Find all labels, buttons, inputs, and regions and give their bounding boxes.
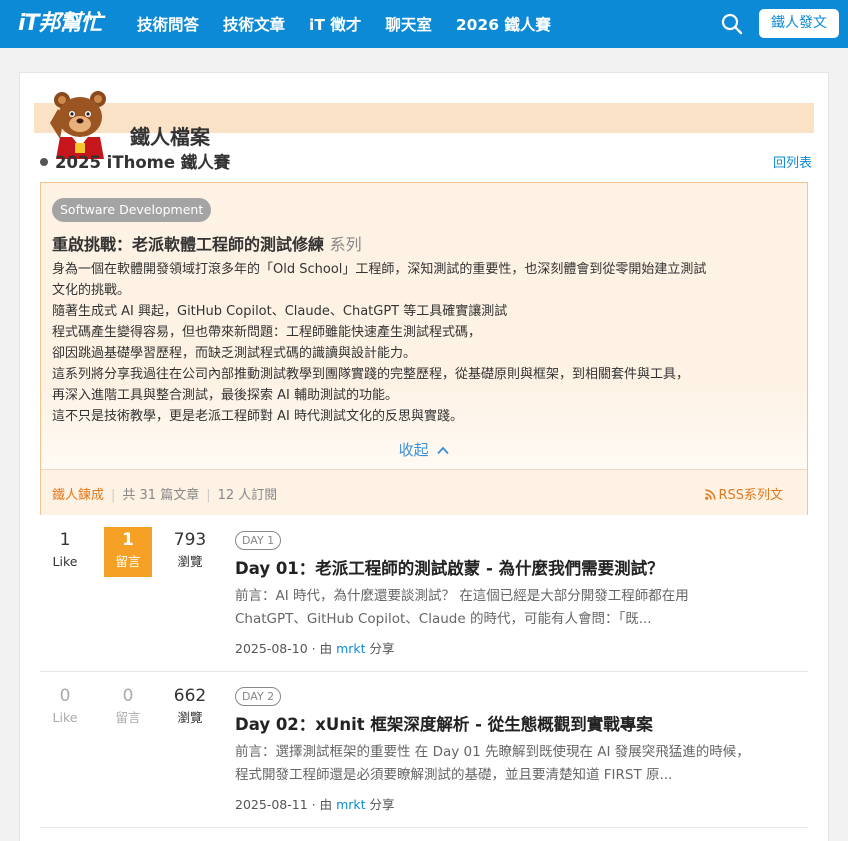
description-line: 卻因跳過基礎學習歷程，而缺乏測試程式碼的識讀與設計能力。 [52,346,417,361]
article-excerpt: 前言：AI 時代，為什麼還要談測試？ 在這個已經是大部分開發工程師都在用 Cha… [235,585,807,631]
comment-count-badge[interactable]: 1 留言 [104,527,152,577]
article-date: 2025-08-10 [235,641,308,656]
by-label: 由 [319,797,333,812]
excerpt-line: 程式開發工程師還是必須要瞭解測試的基礎，並且要清楚知道 FIRST 原... [235,767,673,783]
article-title-link[interactable]: Day 02：xUnit 框架深度解析 - 從生態概觀到實戰專案 [235,711,653,735]
view-count: 793 瀏覽 [173,530,207,569]
nav-link-articles[interactable]: 技術文章 [223,13,285,35]
post-article-button[interactable]: 鐵人發文 [759,9,839,38]
bullet-dot [40,158,48,166]
view-count: 662 瀏覽 [173,686,207,725]
article-row: 1 Like 1 留言 793 瀏覽 DAY 1 Day 01：老派工程師的測試… [40,527,808,672]
rss-link[interactable]: RSS系列文 [705,484,783,503]
nav-link-ironman-2026[interactable]: 2026 鐵人賽 [456,13,551,35]
chevron-up-icon [437,441,450,459]
description-line: 這系列將分享我過往在公司內部推動測試教學到團隊實踐的完整歷程，從基礎原則與框架，… [52,367,690,382]
article-row: 0 Like 0 留言 662 瀏覽 DAY 2 Day 02：xUnit 框架… [40,683,808,828]
rss-icon [705,489,717,500]
article-date: 2025-08-11 [235,797,308,812]
nav-links: 技術問答 技術文章 iT 徵才 聊天室 2026 鐵人賽 [137,0,575,48]
description-line: 再深入進階工具與整合測試，最後探索 AI 輔助測試的功能。 [52,388,398,403]
rss-label: RSS系列文 [718,488,783,503]
separator: | [206,488,211,503]
collapse-label: 收起 [398,441,429,459]
separator: | [111,488,116,503]
series-info-box: Software Development 重啟挑戰：老派軟體工程師的測試修練 系… [40,182,808,515]
share-link[interactable]: 分享 [370,641,395,656]
article-count: 共 31 篇文章 [122,488,200,503]
collapse-button[interactable]: 收起 [41,439,807,460]
author-link[interactable]: mrkt [336,641,365,656]
page-title: 鐵人檔案 [130,125,210,149]
search-icon[interactable] [720,12,744,36]
profile-banner: 鐵人檔案 [34,91,814,159]
excerpt-line: ChatGPT、GitHub Copilot、Claude 的時代，可能有人會問… [235,611,652,627]
description-line: 程式碼產生變得容易，但也帶來新問題：工程師雖能快速產生測試程式碼， [52,325,482,340]
nav-link-jobs[interactable]: iT 徵才 [309,13,361,35]
site-logo[interactable]: iT邦幫忙 [18,9,103,39]
article-excerpt: 前言：選擇測試框架的重要性 在 Day 01 先瞭解到既使現在 AI 發展突飛猛… [235,741,807,787]
series-title[interactable]: 重啟挑戰：老派軟體工程師的測試修練 系列 [52,231,362,255]
series-footer: 鐵人鍊成 | 共 31 篇文章 | 12 人訂閱 RSS系列文 [41,469,807,515]
author-link[interactable]: mrkt [336,797,365,812]
description-line: 這不只是技術教學，更是老派工程師對 AI 時代測試文化的反思與實踐。 [52,409,463,424]
article-title-link[interactable]: Day 01：老派工程師的測試啟蒙 - 為什麼我們需要測試？ [235,555,664,579]
description-line: 隨著生成式 AI 興起，GitHub Copilot、Claude、ChatGP… [52,304,508,319]
contest-title: 2025 iThome 鐵人賽 [55,153,231,172]
series-description: 身為一個在軟體開發領域打滾多年的「Old School」工程師，深知測試的重要性… [52,259,804,427]
excerpt-line: 前言：選擇測試框架的重要性 在 Day 01 先瞭解到既使現在 AI 發展突飛猛… [235,744,750,760]
series-stats: 鐵人鍊成 | 共 31 篇文章 | 12 人訂閱 [52,484,277,503]
like-count: 0 Like [52,686,78,725]
series-header: 2025 iThome 鐵人賽 回列表 [40,149,812,173]
nav-link-questions[interactable]: 技術問答 [137,13,199,35]
share-link[interactable]: 分享 [370,797,395,812]
day-badge: DAY 2 [235,687,282,706]
like-count: 1 Like [52,530,78,569]
description-line: 身為一個在軟體開發領域打滾多年的「Old School」工程師，深知測試的重要性… [52,262,707,277]
nav-link-chatroom[interactable]: 聊天室 [385,13,432,35]
main-card: 鐵人檔案 2025 iThome 鐵人賽 回列表 Software Develo… [19,72,829,841]
by-label: 由 [319,641,333,656]
excerpt-line: 前言：AI 時代，為什麼還要談測試？ 在這個已經是大部分開發工程師都在用 [235,588,689,604]
series-title-text: 重啟挑戰：老派軟體工程師的測試修練 [52,235,325,254]
subscriber-count: 12 人訂閱 [217,488,278,503]
article-meta: 2025-08-11 · 由 mrkt 分享 [235,797,395,812]
series-status: 鐵人鍊成 [52,488,105,503]
description-line: 文化的挑戰。 [52,283,131,298]
article-meta: 2025-08-10 · 由 mrkt 分享 [235,641,395,656]
series-title-suffix: 系列 [329,235,362,254]
comment-count-badge[interactable]: 0 留言 [104,683,152,733]
category-tag[interactable]: Software Development [52,198,212,222]
back-to-list-link[interactable]: 回列表 [773,152,812,171]
top-navbar: iT邦幫忙 技術問答 技術文章 iT 徵才 聊天室 2026 鐵人賽 鐵人發文 [0,0,848,48]
day-badge: DAY 1 [235,531,282,550]
